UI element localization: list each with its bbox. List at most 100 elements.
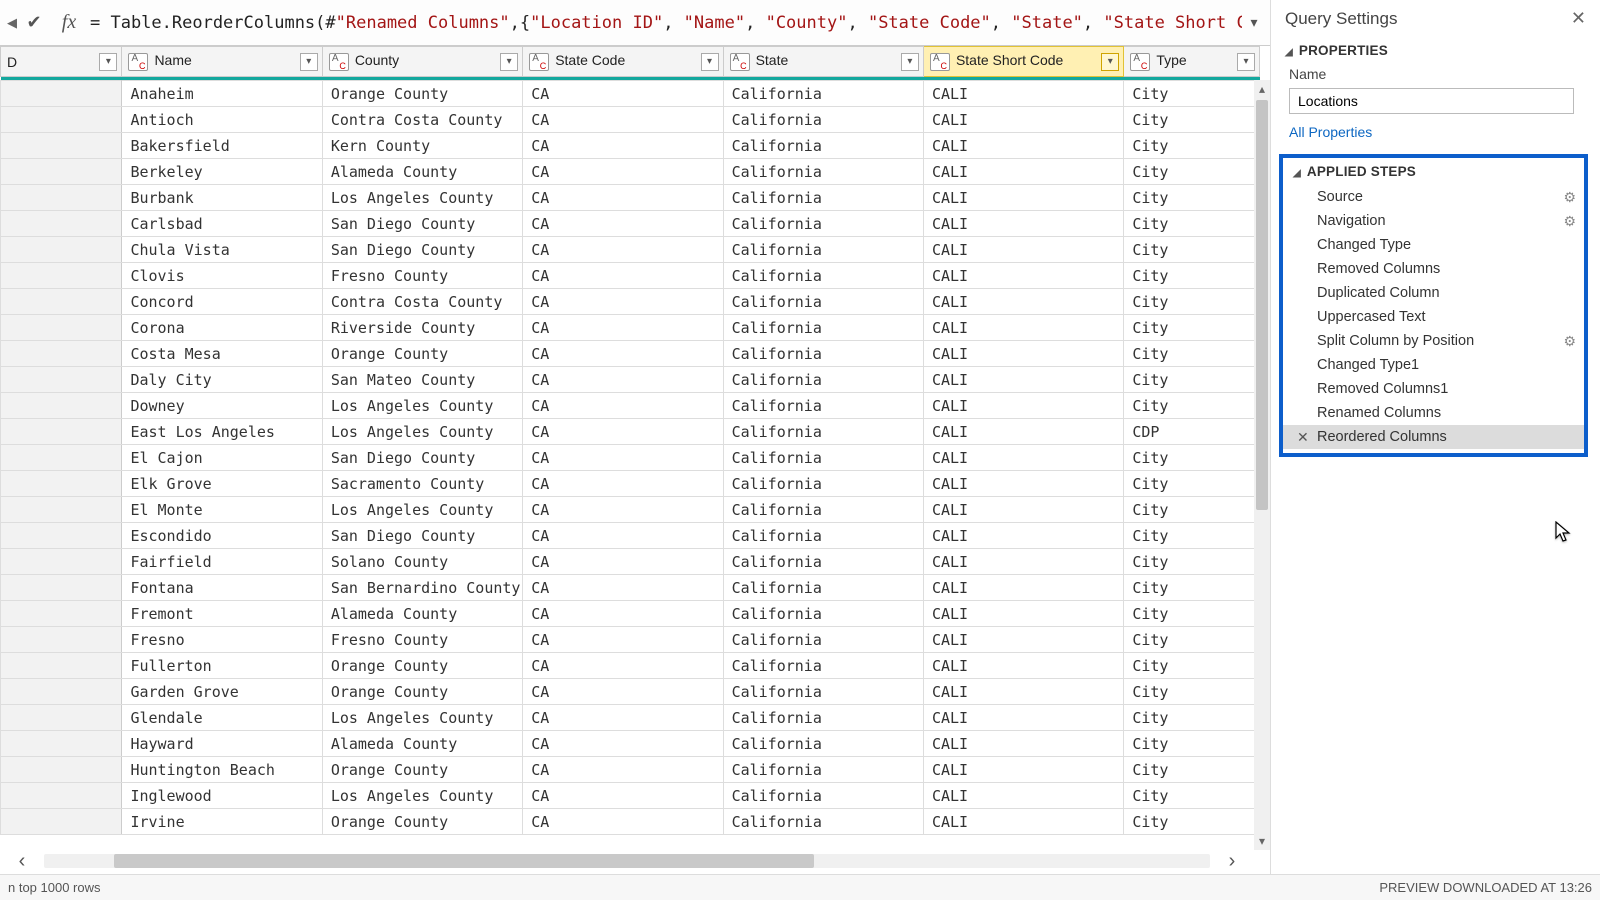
cell[interactable]: Fairfield [122,549,322,575]
cell[interactable]: CALI [923,757,1123,783]
cell[interactable]: Riverside County [322,315,522,341]
cell[interactable]: Los Angeles County [322,783,522,809]
formula-text[interactable]: = Table.ReorderColumns(#"Renamed Columns… [90,13,1242,33]
cell[interactable]: Antioch [122,107,322,133]
scroll-left-icon[interactable]: ‹ [0,850,44,873]
cell[interactable]: City [1124,705,1260,731]
formula-expand-icon[interactable]: ▾ [1242,14,1266,31]
cell[interactable]: CALI [923,731,1123,757]
cell[interactable]: El Cajon [122,445,322,471]
cell[interactable]: City [1124,575,1260,601]
cell[interactable]: City [1124,185,1260,211]
cell[interactable]: CDP [1124,419,1260,445]
cell[interactable] [1,601,122,627]
cell[interactable] [1,549,122,575]
cell[interactable]: Contra Costa County [322,289,522,315]
cell[interactable] [1,809,122,835]
table-row[interactable]: BerkeleyAlameda CountyCACaliforniaCALICi… [1,159,1260,185]
cell[interactable] [1,627,122,653]
cell[interactable]: City [1124,107,1260,133]
cell[interactable]: California [723,211,923,237]
cell[interactable]: Los Angeles County [322,705,522,731]
cell[interactable]: California [723,289,923,315]
query-name-input[interactable] [1289,88,1574,114]
table-row[interactable]: FairfieldSolano CountyCACaliforniaCALICi… [1,549,1260,575]
data-grid[interactable]: D▾Name▾County▾State Code▾State▾State Sho… [0,46,1260,835]
table-row[interactable]: Daly CitySan Mateo CountyCACaliforniaCAL… [1,367,1260,393]
applied-step[interactable]: Split Column by Position⚙ [1283,329,1584,353]
cell[interactable]: City [1124,289,1260,315]
table-row[interactable]: AnaheimOrange CountyCACaliforniaCALICity [1,81,1260,107]
cell[interactable]: California [723,341,923,367]
cell[interactable]: California [723,575,923,601]
cell[interactable]: CA [523,757,723,783]
cell[interactable]: Downey [122,393,322,419]
cell[interactable]: CA [523,159,723,185]
cell[interactable]: CA [523,263,723,289]
table-row[interactable]: El MonteLos Angeles CountyCACaliforniaCA… [1,497,1260,523]
cell[interactable]: California [723,497,923,523]
cell[interactable]: Garden Grove [122,679,322,705]
scroll-down-icon[interactable]: ▾ [1254,832,1270,850]
cell[interactable]: Orange County [322,809,522,835]
cell[interactable] [1,731,122,757]
cell[interactable]: Orange County [322,81,522,107]
vertical-scrollbar[interactable]: ▴ ▾ [1254,80,1270,850]
cell[interactable]: City [1124,783,1260,809]
scroll-up-icon[interactable]: ▴ [1254,80,1270,98]
cell[interactable]: City [1124,731,1260,757]
cell[interactable]: CALI [923,263,1123,289]
cell[interactable]: Fremont [122,601,322,627]
column-header-name[interactable]: Name▾ [122,47,322,77]
all-properties-link[interactable]: All Properties [1271,122,1600,150]
column-filter-icon[interactable]: ▾ [1101,53,1119,71]
column-filter-icon[interactable]: ▾ [901,53,919,71]
cell[interactable]: City [1124,523,1260,549]
cell[interactable]: CA [523,237,723,263]
cell[interactable]: Carlsbad [122,211,322,237]
cell[interactable]: California [723,185,923,211]
cell[interactable]: Daly City [122,367,322,393]
cell[interactable]: City [1124,159,1260,185]
column-header-st[interactable]: State▾ [723,47,923,77]
applied-step[interactable]: Navigation⚙ [1283,209,1584,233]
cell[interactable] [1,757,122,783]
cell[interactable]: CALI [923,315,1123,341]
cell[interactable]: City [1124,679,1260,705]
cell[interactable]: Bakersfield [122,133,322,159]
cell[interactable]: Los Angeles County [322,497,522,523]
cell[interactable]: CA [523,81,723,107]
cell[interactable]: CA [523,653,723,679]
table-row[interactable]: HaywardAlameda CountyCACaliforniaCALICit… [1,731,1260,757]
column-header-ssc[interactable]: State Short Code▾ [923,47,1123,77]
cell[interactable]: CALI [923,341,1123,367]
cell[interactable]: CALI [923,575,1123,601]
cell[interactable]: California [723,393,923,419]
cell[interactable]: CA [523,809,723,835]
cell[interactable] [1,679,122,705]
horizontal-scrollbar[interactable]: ‹ › [0,850,1254,872]
cell[interactable]: CALI [923,679,1123,705]
column-filter-icon[interactable]: ▾ [701,53,719,71]
table-row[interactable]: FresnoFresno CountyCACaliforniaCALICity [1,627,1260,653]
cell[interactable]: California [723,653,923,679]
cell[interactable]: Alameda County [322,159,522,185]
cell[interactable] [1,341,122,367]
cell[interactable]: California [723,367,923,393]
cell[interactable] [1,107,122,133]
cell[interactable]: CA [523,679,723,705]
table-row[interactable]: EscondidoSan Diego CountyCACaliforniaCAL… [1,523,1260,549]
column-filter-icon[interactable]: ▾ [99,53,117,71]
cell[interactable] [1,185,122,211]
cell[interactable] [1,653,122,679]
cell[interactable]: Fullerton [122,653,322,679]
cell[interactable]: California [723,133,923,159]
column-filter-icon[interactable]: ▾ [1237,53,1255,71]
cell[interactable]: CA [523,731,723,757]
cell[interactable] [1,81,122,107]
cell[interactable]: Clovis [122,263,322,289]
cell[interactable]: Irvine [122,809,322,835]
table-row[interactable]: DowneyLos Angeles CountyCACaliforniaCALI… [1,393,1260,419]
cell[interactable]: Concord [122,289,322,315]
cell[interactable]: Huntington Beach [122,757,322,783]
